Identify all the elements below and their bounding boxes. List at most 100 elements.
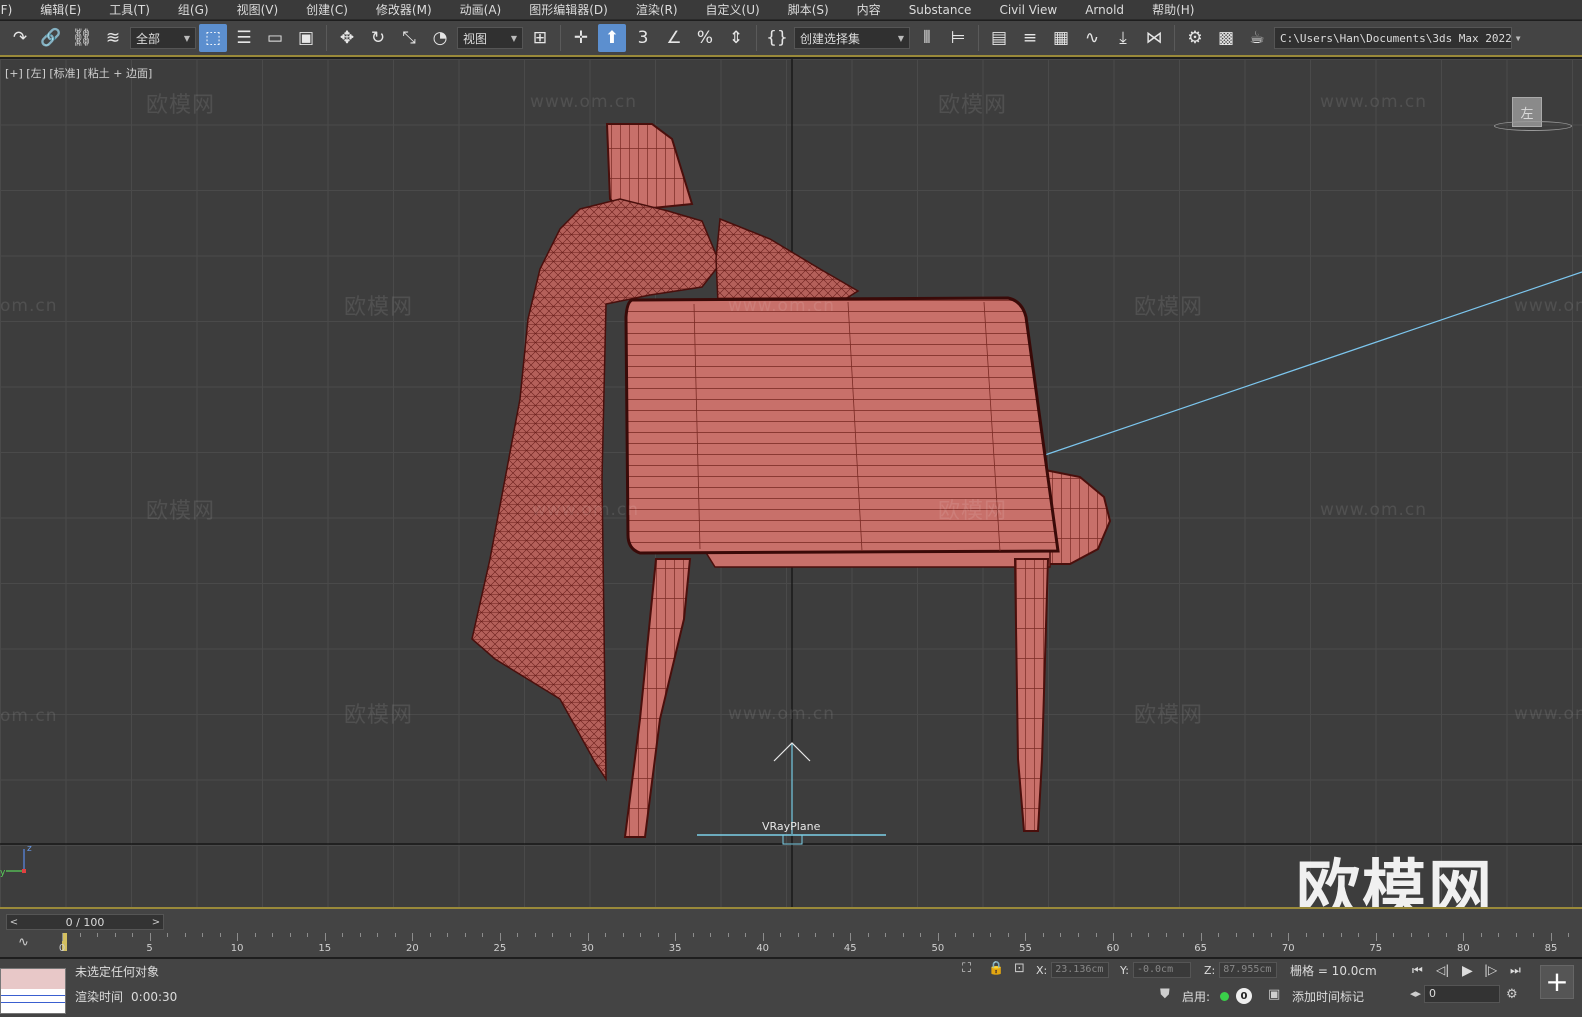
placement-icon[interactable]: ◔ (426, 24, 454, 52)
menu-item[interactable]: 组(G) (164, 0, 223, 19)
unlink-icon[interactable]: ⛓ (68, 24, 96, 52)
ref-coord-dropdown[interactable]: 视图 ▼ (457, 27, 523, 49)
frame-tick (815, 933, 817, 937)
time-config-icon[interactable]: ⚙ (1506, 987, 1518, 1002)
previous-frame-icon[interactable]: ◁| (1436, 963, 1449, 977)
menu-item[interactable]: 视图(V) (223, 0, 293, 19)
snaps-toggle-icon[interactable]: 3 (629, 24, 657, 52)
curve-editor-icon[interactable]: ∿ (1078, 24, 1106, 52)
menu-item[interactable]: Arnold (1071, 0, 1138, 19)
menu-item[interactable]: (F) (0, 0, 26, 19)
frame-tick (1393, 933, 1395, 937)
dope-sheet-icon[interactable]: ⤓ (1109, 24, 1137, 52)
window-crossing-icon[interactable]: ▣ (292, 24, 320, 52)
angle-snap-icon[interactable]: ∠ (660, 24, 688, 52)
viewport-label-menu[interactable]: [+] [左] [标准] [粘土 + 边面] (5, 65, 152, 81)
frame-ruler[interactable]: 0 5 10 15 20 25 30 35 40 45 50 55 60 65 70 75 80 85 (59, 933, 1572, 957)
front-leg-mesh (623, 558, 692, 838)
next-frame-icon[interactable]: |▷ (1484, 963, 1497, 977)
left-viewport[interactable]: z y [+] [左] [标准] [粘土 + 边面] 欧模网 www.om.cn… (0, 59, 1582, 907)
absolute-mode-icon[interactable]: ⊡ (1014, 961, 1025, 976)
coord-x-field[interactable]: 23.136cm (1051, 962, 1110, 978)
rotate-icon[interactable]: ↻ (364, 24, 392, 52)
menu-item[interactable]: 渲染(R) (622, 0, 692, 19)
scale-icon[interactable]: ⤡ (395, 24, 423, 52)
curve-editor-mini-icon[interactable]: ∿ (18, 935, 29, 950)
menu-item[interactable]: 帮助(H) (1138, 0, 1208, 19)
menu-item[interactable]: 图形编辑器(D) (515, 0, 622, 19)
selection-status: 未选定任何对象 (75, 965, 160, 979)
light-target-line (1041, 271, 1582, 457)
timeline-panel: < 0 / 100 > ∿ 0 5 10 15 20 25 30 35 40 45 50 55 60 65… (0, 907, 1582, 957)
menu-item[interactable]: Substance (895, 0, 986, 19)
align-icon[interactable]: ⊨ (944, 24, 972, 52)
add-button[interactable]: + (1540, 965, 1574, 999)
layer-explorer-icon[interactable]: ≡ (1016, 24, 1044, 52)
viewcube[interactable]: 左 (1494, 97, 1574, 133)
menu-item[interactable]: 脚本(S) (774, 0, 843, 19)
frame-tick-label: 10 (230, 943, 244, 954)
go-to-end-icon[interactable]: ⏭ (1510, 963, 1521, 978)
pivot-center-icon[interactable]: ⊞ (526, 24, 554, 52)
frame-tick (1130, 933, 1132, 937)
watermark-text: 欧模网 (344, 295, 414, 320)
render-production-icon[interactable]: ☕ (1243, 24, 1271, 52)
menu-item[interactable]: 内容 (843, 0, 895, 19)
mirror-icon[interactable]: ⫴ (913, 24, 941, 52)
frame-tick (1148, 933, 1150, 937)
manipulate-icon[interactable]: ✛ (567, 24, 595, 52)
ribbon-toggle-icon[interactable]: ▦ (1047, 24, 1075, 52)
frame-tick (867, 933, 869, 937)
frame-tick (692, 933, 694, 937)
menu-item[interactable]: 工具(T) (95, 0, 164, 19)
spinner-snap-icon[interactable]: ⇕ (722, 24, 750, 52)
render-setup-icon[interactable]: ⚙ (1181, 24, 1209, 52)
maxscript-mini-listener[interactable] (0, 968, 66, 1014)
schematic-view-icon[interactable]: ⋈ (1140, 24, 1168, 52)
frame-tick (1428, 933, 1430, 937)
add-time-tag[interactable]: 添加时间标记 (1292, 988, 1364, 1005)
scene-explorer-icon[interactable]: ▤ (985, 24, 1013, 52)
menu-item[interactable]: 自定义(U) (692, 0, 774, 19)
time-tag-icon[interactable]: ▣ (1268, 987, 1280, 1002)
bind-space-warp-icon[interactable]: ≋ (99, 24, 127, 52)
play-icon[interactable]: ▶ (1462, 963, 1473, 979)
go-to-start-icon[interactable]: ⏮ (1412, 963, 1423, 978)
time-slider[interactable]: < 0 / 100 > (6, 914, 164, 930)
adaptive-degradation-icon[interactable]: ⛊ (1160, 987, 1170, 1002)
menu-item[interactable]: Civil View (985, 0, 1071, 19)
move-icon[interactable]: ✥ (333, 24, 361, 52)
rect-selection-icon[interactable]: ▭ (261, 24, 289, 52)
watermark-text: 欧模网 (1134, 295, 1204, 320)
viewcube-compass-ring[interactable] (1494, 121, 1572, 131)
named-selection-dropdown[interactable]: 创建选择集 ▼ (794, 27, 910, 49)
lock-icon[interactable]: 🔒 (988, 961, 1004, 976)
edit-named-selection-icon[interactable]: {} (763, 24, 791, 52)
frame-tick-label: 65 (1194, 943, 1207, 954)
chevron-left-icon[interactable]: < (7, 917, 21, 928)
chevron-right-icon[interactable]: > (149, 917, 163, 928)
main-toolbar: ↷ 🔗 ⛓ ≋ 全部 ▼ ⬚ ☰ ▭ ▣ ✥ ↻ ⤡ ◔ 视图 ▼ ⊞ ✛ ⬆ 3 … (0, 21, 1582, 57)
current-frame-field[interactable]: 0 (1424, 985, 1500, 1003)
rendered-frame-window-icon[interactable]: ▩ (1212, 24, 1240, 52)
select-object-icon[interactable]: ⬚ (199, 24, 227, 52)
menu-item[interactable]: 动画(A) (446, 0, 516, 19)
coord-z-field[interactable]: 87.955cm (1219, 962, 1278, 978)
menu-item[interactable]: 编辑(E) (26, 0, 95, 19)
coord-y-field[interactable]: -0.0cm (1132, 962, 1191, 978)
keyboard-shortcut-icon[interactable]: ⬆ (598, 24, 626, 52)
listener-input[interactable] (1, 969, 65, 989)
menu-item[interactable]: 创建(C) (292, 0, 362, 19)
coord-z: Z: 87.955cm (1204, 962, 1278, 978)
key-mode-icon[interactable]: ◂▸ (1410, 987, 1421, 1000)
menu-item[interactable]: 修改器(M) (362, 0, 446, 19)
selection-filter-dropdown[interactable]: 全部 ▼ (130, 27, 196, 49)
isolate-selection-icon[interactable]: ⛶ (962, 961, 971, 976)
frame-tick (1183, 933, 1185, 937)
link-icon[interactable]: 🔗 (37, 24, 65, 52)
frame-tick (1253, 933, 1255, 937)
project-path-dropdown[interactable]: C:\Users\Han\Documents\3ds Max 2022 ▼ (1274, 27, 1521, 49)
percent-snap-icon[interactable]: % (691, 24, 719, 52)
select-by-name-icon[interactable]: ☰ (230, 24, 258, 52)
redo-icon[interactable]: ↷ (6, 24, 34, 52)
